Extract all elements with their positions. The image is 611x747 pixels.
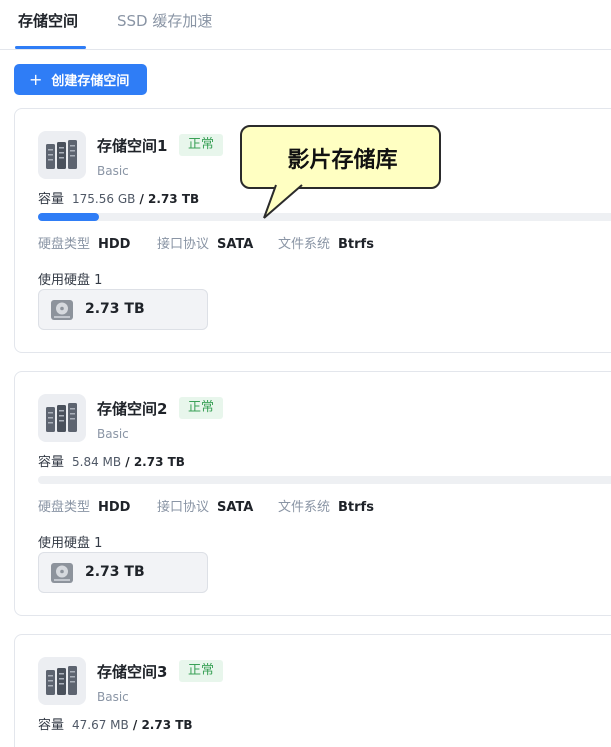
disk-type-field: 硬盘类型 HDD [38, 496, 130, 515]
pool-type: Basic [97, 427, 129, 441]
hard-disk-icon [50, 562, 74, 588]
disk-item[interactable]: 2.73 TB [38, 289, 208, 330]
interface-value: SATA [217, 237, 254, 252]
interface-value: SATA [217, 500, 254, 515]
capacity-label: 容量 [38, 455, 65, 470]
used-disks-label: 使用硬盘 1 [38, 273, 103, 288]
disk-type-value: HDD [98, 500, 131, 515]
used-disks-label: 使用硬盘 1 [38, 536, 103, 551]
capacity-row: 容量 47.67 MB / 2.73 TB [38, 714, 193, 733]
capacity-progress-fill [38, 213, 99, 221]
capacity-label: 容量 [38, 718, 65, 733]
disk-item[interactable]: 2.73 TB [38, 552, 208, 593]
interface-label: 接口协议 [157, 237, 210, 252]
tab-ssd-cache[interactable]: SSD 缓存加速 [117, 10, 212, 31]
interface-label: 接口协议 [157, 500, 210, 515]
pool-name: 存储空间1 [97, 137, 168, 155]
filesystem-field: 文件系统 Btrfs [278, 233, 374, 252]
capacity-separator: / [125, 455, 130, 469]
storage-pool-card[interactable]: 存储空间2 正常 Basic 容量 5.84 MB / 2.73 TB 硬盘类型 H… [14, 371, 611, 616]
capacity-label: 容量 [38, 192, 65, 207]
capacity-total: 2.73 TB [141, 718, 193, 732]
disk-size: 2.73 TB [85, 564, 145, 580]
status-badge: 正常 [179, 134, 224, 156]
tab-bar: 存储空间 SSD 缓存加速 [0, 0, 611, 50]
storage-pool-icon [38, 394, 86, 442]
capacity-used: 47.67 MB [72, 718, 129, 732]
storage-pool-icon [38, 131, 86, 179]
capacity-separator: / [139, 192, 144, 206]
interface-field: 接口协议 SATA [157, 233, 253, 252]
filesystem-label: 文件系统 [278, 500, 331, 515]
capacity-row: 容量 5.84 MB / 2.73 TB [38, 451, 185, 470]
pool-name: 存储空间2 [97, 400, 168, 418]
pool-name: 存储空间3 [97, 663, 168, 681]
interface-field: 接口协议 SATA [157, 496, 253, 515]
capacity-total: 2.73 TB [133, 455, 185, 469]
active-tab-indicator [15, 46, 86, 49]
tab-storage-space[interactable]: 存储空间 [18, 10, 78, 31]
capacity-used: 5.84 MB [72, 455, 122, 469]
storage-pool-card[interactable]: 存储空间3 正常 Basic 容量 47.67 MB / 2.73 TB [14, 634, 611, 747]
filesystem-field: 文件系统 Btrfs [278, 496, 374, 515]
create-storage-space-label: 创建存储空间 [51, 74, 130, 89]
plus-icon: + [29, 69, 43, 89]
filesystem-label: 文件系统 [278, 237, 331, 252]
callout-pointer [263, 184, 303, 219]
status-badge: 正常 [179, 397, 224, 419]
annotation-text: 影片存储库 [287, 148, 398, 173]
disk-size: 2.73 TB [85, 301, 145, 317]
hard-disk-icon [50, 299, 74, 325]
filesystem-value: Btrfs [338, 237, 374, 252]
capacity-total: 2.73 TB [148, 192, 200, 206]
filesystem-value: Btrfs [338, 500, 374, 515]
capacity-separator: / [132, 718, 138, 732]
storage-pool-icon [38, 657, 86, 705]
pool-type: Basic [97, 164, 129, 178]
capacity-row: 容量 175.56 GB / 2.73 TB [38, 188, 199, 207]
create-storage-space-button[interactable]: + 创建存储空间 [14, 64, 147, 95]
disk-type-value: HDD [98, 237, 131, 252]
disk-type-label: 硬盘类型 [38, 500, 91, 515]
status-badge: 正常 [179, 660, 224, 682]
capacity-progress-bar [38, 213, 611, 221]
capacity-used: 175.56 GB [72, 192, 136, 206]
annotation-callout: 影片存储库 [240, 125, 441, 189]
disk-type-field: 硬盘类型 HDD [38, 233, 130, 252]
disk-type-label: 硬盘类型 [38, 237, 91, 252]
capacity-progress-bar [38, 476, 611, 484]
pool-type: Basic [97, 690, 129, 704]
